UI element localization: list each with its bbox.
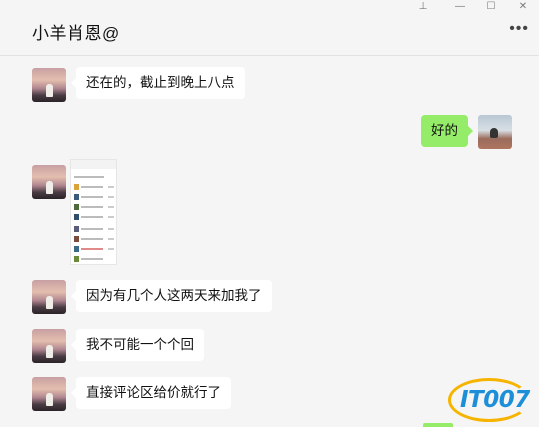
message-bubble[interactable]: 直接评论区给价就行了 [71,377,231,409]
minimize-icon[interactable]: — [445,0,475,14]
title-bar: 小羊肖恩@ ⊥ — ☐ ✕ ••• [0,0,539,56]
message-bubble[interactable]: 我不可能一个个回 [71,329,204,361]
it007-watermark-logo: IT007 [448,378,530,422]
message-bubble-self[interactable]: 好的 [421,115,473,147]
message-bubble[interactable]: 还在的，截止到晚上八点 [71,67,245,99]
contact-avatar[interactable] [32,68,66,102]
partial-message-bubble [423,423,453,427]
watermark-text: IT007 [460,387,530,413]
screenshot-thumbnail-icon[interactable] [70,159,117,265]
chat-title: 小羊肖恩@ [32,24,120,43]
contact-avatar[interactable] [32,329,66,363]
more-options-icon[interactable]: ••• [509,21,529,37]
close-icon[interactable]: ✕ [508,0,538,14]
message-bubble[interactable]: 因为有几个人这两天来加我了 [71,280,272,312]
contact-avatar[interactable] [32,280,66,314]
message-list[interactable]: 还在的，截止到晚上八点 好的 因为有几个人这两天来加我了 我不可能一个个回 直接… [0,57,539,427]
contact-avatar[interactable] [32,377,66,411]
maximize-icon[interactable]: ☐ [476,0,506,14]
self-avatar[interactable] [478,115,512,149]
contact-avatar[interactable] [32,165,66,199]
pin-icon[interactable]: ⊥ [408,0,438,14]
